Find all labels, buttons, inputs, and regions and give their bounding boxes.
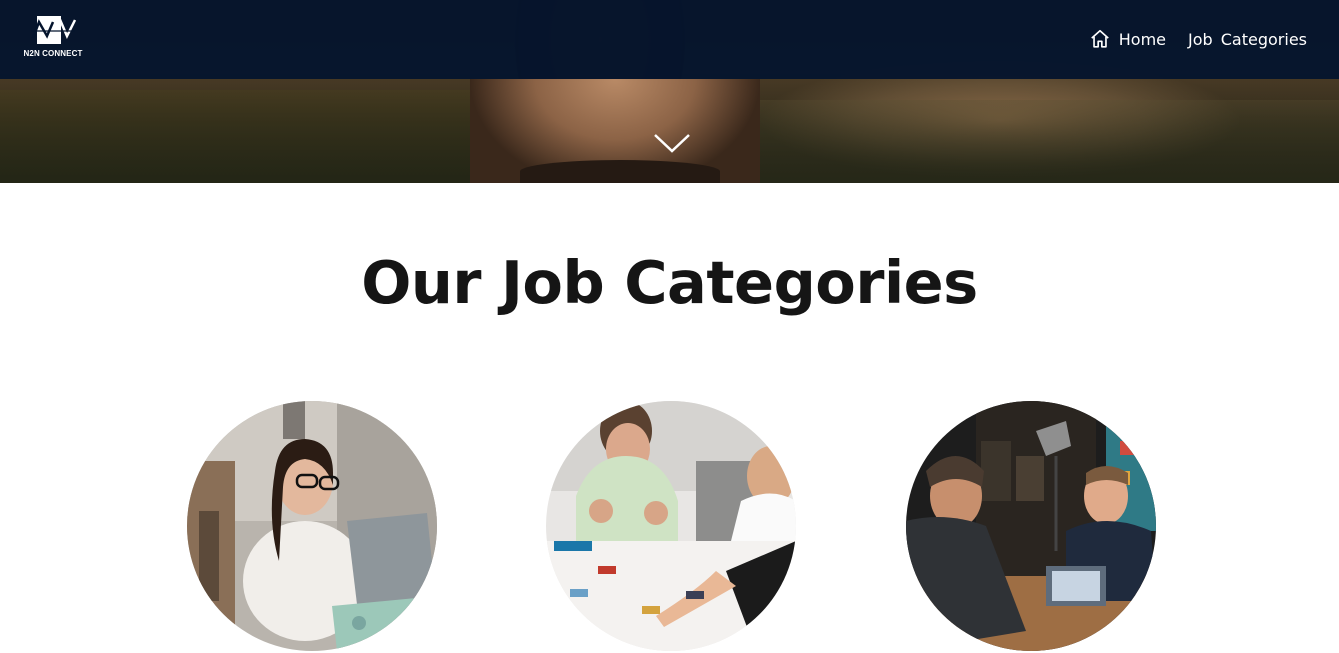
category-image-woman-laptop[interactable] — [187, 401, 437, 651]
nav-home[interactable]: Home — [1089, 28, 1166, 50]
logo-text: N2N CONNECT — [23, 49, 83, 58]
home-icon — [1090, 29, 1109, 48]
section-title: Our Job Categories — [361, 248, 978, 317]
hero-foliage-left — [0, 90, 470, 183]
category-list — [0, 401, 1339, 653]
brand-logo[interactable]: N2N CONNECT — [22, 14, 84, 62]
hero-person-collar — [520, 160, 720, 183]
n2n-logo-icon — [31, 16, 77, 44]
nav-job-categories-label: Job Categories — [1188, 29, 1307, 49]
category-image-business-discussion[interactable] — [906, 401, 1156, 651]
category-image-team-meeting[interactable] — [546, 401, 796, 651]
nav-job-categories[interactable]: Job Categories — [1188, 30, 1307, 49]
hero-foliage-right — [760, 100, 1339, 183]
nav-home-label: Home — [1118, 29, 1166, 49]
business-discussion-photo — [906, 401, 1156, 651]
woman-laptop-photo — [187, 401, 437, 651]
chevron-down-icon[interactable] — [652, 130, 692, 158]
navbar: N2N CONNECT Home Job Categories — [0, 0, 1339, 79]
main-nav: Home Job Categories — [1089, 27, 1307, 51]
team-meeting-photo — [546, 401, 796, 651]
